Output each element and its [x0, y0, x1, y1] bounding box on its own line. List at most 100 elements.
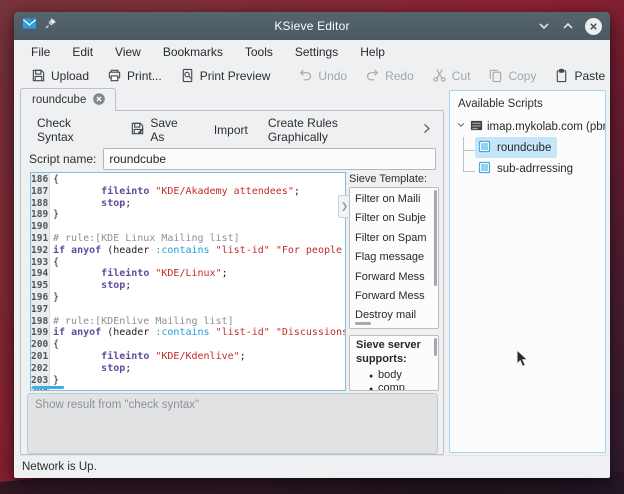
- capability-body: body: [356, 369, 432, 382]
- toolbar-label: Print...: [127, 69, 162, 83]
- script-name-input[interactable]: [103, 148, 436, 170]
- maximize-window-icon[interactable]: [561, 19, 575, 33]
- undo-icon: [298, 68, 313, 83]
- scripts-tree: imap.mykolab.com (pbro... roundcube sub-a…: [450, 116, 605, 179]
- code-line: {: [53, 339, 345, 351]
- toolbar-label: Paste: [574, 69, 605, 83]
- check-syntax-button[interactable]: Check Syntax: [29, 113, 118, 147]
- script-actions-toolbar: Check SyntaxSave AsImportCreate Rules Gr…: [29, 118, 437, 142]
- editor-tab-page: Check Syntax Save AsImportCreate Rules Gr…: [20, 110, 444, 455]
- create-rules-graphically-button[interactable]: Create Rules Graphically: [260, 113, 408, 147]
- available-scripts-title: Available Scripts: [450, 91, 605, 116]
- line-number: 187: [31, 186, 47, 198]
- tree-server-row[interactable]: imap.mykolab.com (pbro...: [450, 116, 605, 137]
- tree-connector-line: [464, 171, 475, 172]
- code-line: }: [53, 209, 345, 221]
- app-mail-icon: [22, 16, 37, 36]
- save-as-button[interactable]: Save As: [122, 113, 201, 147]
- sieve-template-list[interactable]: Filter on MailiFilter on SubjeFilter on …: [349, 187, 439, 329]
- server-icon: [470, 119, 483, 135]
- sieve-code-editor[interactable]: 1861871881891901911921931941951961971981…: [30, 172, 346, 391]
- toolbar-label: Undo: [318, 69, 347, 83]
- menu-view[interactable]: View: [104, 42, 152, 62]
- code-line: {: [53, 174, 345, 186]
- code-line: stop;: [53, 363, 345, 375]
- line-number: 186: [31, 174, 47, 186]
- close-window-icon[interactable]: [585, 18, 602, 35]
- paste-button[interactable]: Paste: [545, 66, 614, 85]
- code-line: if anyof (header :contains "list-id" "Fo…: [53, 245, 345, 257]
- menu-bar: FileEditViewBookmarksToolsSettingsHelp: [14, 40, 610, 63]
- toolbar-label: Print Preview: [200, 69, 271, 83]
- pin-icon[interactable]: [44, 17, 57, 35]
- chevron-right-icon: [420, 122, 433, 138]
- code-line: {: [53, 257, 345, 269]
- script-icon: [478, 140, 491, 156]
- toolbar-overflow-button[interactable]: [416, 120, 437, 140]
- code-line: }: [53, 292, 345, 304]
- tree-script-roundcube[interactable]: roundcube: [450, 137, 605, 158]
- window-title: KSieve Editor: [14, 19, 610, 33]
- menu-settings[interactable]: Settings: [284, 42, 349, 62]
- code-line: fileinto "KDE/Linux";: [53, 268, 345, 280]
- script-name-label: roundcube: [497, 142, 551, 154]
- line-number: 190: [31, 221, 47, 233]
- line-number-gutter: 1861871881891901911921931941951961971981…: [31, 173, 50, 390]
- print-preview-button[interactable]: Print Preview: [171, 66, 280, 85]
- code-line: [53, 386, 345, 390]
- undo-button[interactable]: Undo: [289, 66, 356, 85]
- menu-tools[interactable]: Tools: [234, 42, 284, 62]
- tab-roundcube[interactable]: roundcube: [20, 88, 116, 111]
- line-number: 202: [31, 363, 47, 375]
- server-supports-box[interactable]: Sieve server supports: bodycomp: [349, 335, 439, 391]
- line-number: 188: [31, 198, 47, 210]
- code-line: fileinto "KDE/Akademy attendees";: [53, 186, 345, 198]
- code-line: }: [53, 375, 345, 387]
- menu-help[interactable]: Help: [349, 42, 396, 62]
- server-supports-list: bodycomp: [356, 369, 432, 391]
- available-scripts-panel[interactable]: Available Scripts imap.mykolab.com (pbro…: [449, 90, 606, 453]
- line-number: 195: [31, 280, 47, 292]
- print-button[interactable]: Print...: [98, 66, 171, 85]
- toolbar-label: Redo: [385, 69, 414, 83]
- template-item-forward-mess[interactable]: Forward Mess: [350, 287, 438, 306]
- template-hscrollbar[interactable]: [355, 322, 371, 325]
- template-item-filter-on-subje[interactable]: Filter on Subje: [350, 209, 438, 228]
- menu-edit[interactable]: Edit: [61, 42, 104, 62]
- menu-bookmarks[interactable]: Bookmarks: [152, 42, 234, 62]
- template-item-flag-message[interactable]: Flag message: [350, 248, 438, 267]
- ksieve-editor-window: KSieve Editor FileEditViewBookmarksTools…: [14, 12, 610, 478]
- line-number: 189: [31, 209, 47, 221]
- code-line: # rule:[KDEnlive Mailing list]: [53, 316, 345, 328]
- template-item-forward-mess[interactable]: Forward Mess: [350, 268, 438, 287]
- upload-button[interactable]: Upload: [22, 66, 98, 85]
- script-row-inner[interactable]: sub-adrressing: [475, 158, 579, 179]
- cut-button[interactable]: Cut: [423, 66, 480, 85]
- copy-button[interactable]: Copy: [479, 66, 545, 85]
- tab-close-icon[interactable]: [92, 92, 106, 109]
- redo-button[interactable]: Redo: [356, 66, 423, 85]
- code-line: if anyof (header :contains "list-id" "Di…: [53, 327, 345, 339]
- line-number: 192: [31, 245, 47, 257]
- line-number: 191: [31, 233, 47, 245]
- action-label: Check Syntax: [37, 116, 110, 144]
- import-button[interactable]: Import: [206, 120, 256, 140]
- template-item-filter-on-maili[interactable]: Filter on Maili: [350, 190, 438, 209]
- script-row-inner[interactable]: roundcube: [475, 137, 557, 158]
- template-vscrollbar[interactable]: [434, 190, 437, 286]
- code-line: [53, 221, 345, 233]
- supports-vscrollbar[interactable]: [434, 338, 437, 356]
- editor-hscrollbar[interactable]: [32, 386, 64, 389]
- printer-icon: [107, 68, 122, 83]
- code-area[interactable]: { fileinto "KDE/Akademy attendees"; stop…: [50, 173, 345, 390]
- save-icon: [31, 68, 46, 83]
- template-item-filter-on-spam[interactable]: Filter on Spam: [350, 229, 438, 248]
- titlebar[interactable]: KSieve Editor: [14, 12, 610, 40]
- line-number: 196: [31, 292, 47, 304]
- check-syntax-result[interactable]: Show result from "check syntax": [27, 393, 438, 454]
- chevron-down-icon[interactable]: [456, 120, 466, 133]
- menu-file[interactable]: File: [20, 42, 61, 62]
- shade-window-icon[interactable]: [537, 19, 551, 33]
- capability-comp: comp: [356, 382, 432, 391]
- tree-script-sub-adrressing[interactable]: sub-adrressing: [450, 158, 605, 179]
